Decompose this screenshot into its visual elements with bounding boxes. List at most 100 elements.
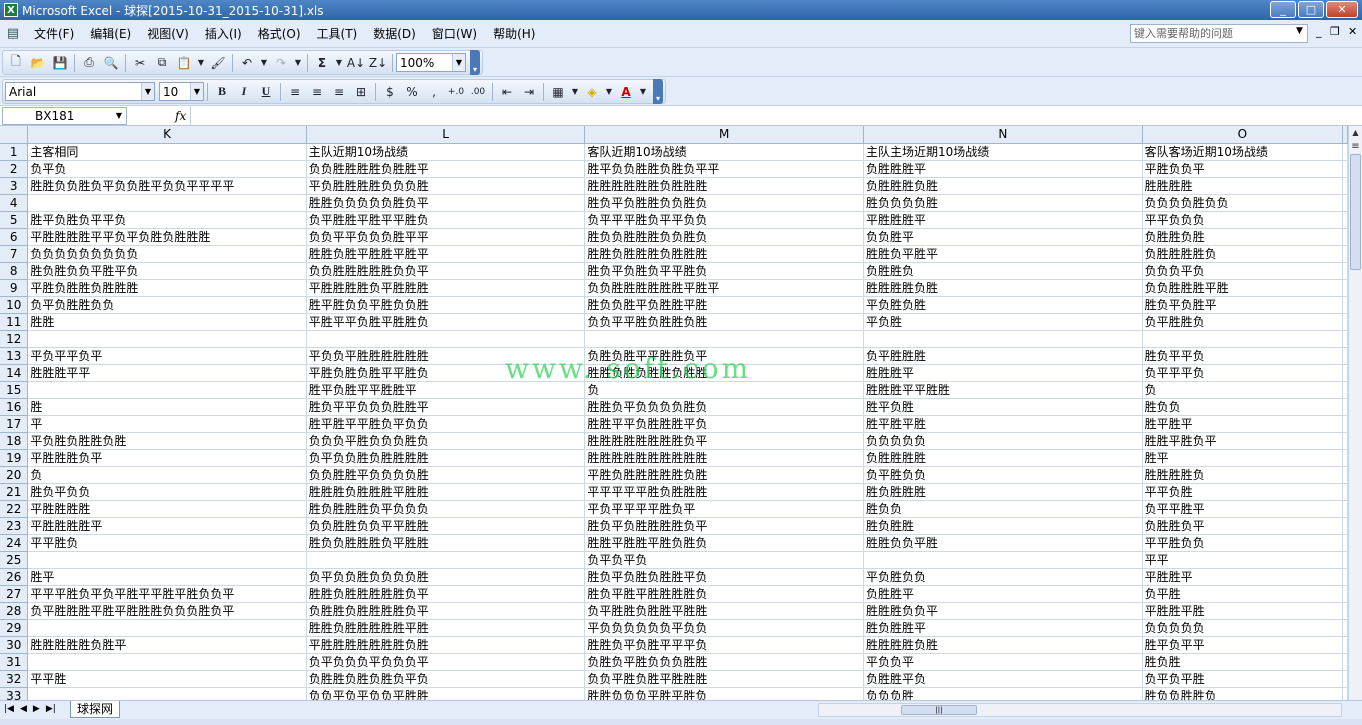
cell[interactable]: 胜胜负平负胜平平平负 [584,636,865,654]
cell[interactable] [1342,449,1348,467]
cell[interactable] [1342,262,1348,280]
cell[interactable]: 负负胜胜胜胜胜负负平 [306,262,586,280]
cell[interactable]: 胜平胜平 [1142,415,1344,433]
cell[interactable]: 胜负平负胜负平平胜负 [584,262,865,280]
cell[interactable] [1342,517,1348,535]
align-center-icon[interactable]: ≡ [306,81,328,102]
cell[interactable]: 胜负平负胜胜负负胜负 [584,194,865,212]
cell[interactable]: 胜胜 [27,313,307,331]
sort-descending-icon[interactable]: Z↓ [367,52,389,73]
cell[interactable]: 负负胜胜胜胜胜胜平胜平 [584,279,865,297]
cell[interactable] [1342,432,1348,450]
row-header[interactable]: 24 [0,534,29,552]
chevron-down-icon[interactable]: ▼ [569,81,581,102]
cell[interactable]: 胜负胜胜平 [863,619,1143,637]
cell[interactable]: 负胜负平胜负负负胜胜 [584,653,865,671]
row-header[interactable]: 27 [0,585,29,603]
cell[interactable] [863,551,1143,569]
cell[interactable]: 负负平胜负胜平胜胜胜 [584,670,865,688]
cell[interactable]: 平负胜 [863,313,1143,331]
cell[interactable] [27,194,307,212]
chevron-down-icon[interactable]: ▼ [637,81,649,102]
column-header[interactable]: L [306,126,586,144]
increase-decimal-icon[interactable]: +.0 [445,81,467,102]
cell[interactable]: 平负负负负负负平负负 [584,619,865,637]
format-painter-icon[interactable]: 🖌 [207,52,229,73]
cell[interactable]: 胜胜胜负负平 [863,602,1143,620]
maximize-button[interactable]: □ [1298,1,1324,18]
zoom-select[interactable]: 100% ▼ [396,53,466,72]
row-header[interactable]: 16 [0,398,29,416]
cut-icon[interactable]: ✂ [129,52,151,73]
split-handle-icon[interactable]: ≡ [1349,140,1362,154]
cell[interactable] [306,330,586,348]
close-button[interactable]: ✕ [1326,1,1358,18]
menu-tools[interactable]: 工具(T) [309,24,366,44]
cell[interactable]: 胜负胜 [1142,653,1344,671]
cell[interactable] [1342,398,1348,416]
cell[interactable]: 胜平负胜 [863,398,1143,416]
bold-button[interactable]: B [211,81,233,102]
row-header[interactable]: 26 [0,568,29,586]
cell[interactable] [27,381,307,399]
cell[interactable]: 胜胜胜胜 [1142,177,1344,195]
cell[interactable]: 胜胜平胜负平 [1142,432,1344,450]
cell[interactable]: 平胜胜平 [1142,568,1344,586]
toolbar-options-icon[interactable]: ▾ [470,50,480,75]
cell[interactable]: 平胜胜胜胜平 [27,517,307,535]
decrease-decimal-icon[interactable]: .00 [467,81,489,102]
fill-color-icon[interactable]: ◈ [581,81,603,102]
row-header[interactable]: 6 [0,228,29,246]
cell[interactable]: 负平负胜胜负负 [27,296,307,314]
menu-insert[interactable]: 插入(I) [197,24,250,44]
first-sheet-icon[interactable]: |◀ [4,704,14,714]
row-header[interactable]: 4 [0,194,29,212]
cell[interactable]: 负负负平胜负负负胜负 [306,432,586,450]
formula-input[interactable] [190,106,1362,125]
cell[interactable]: 胜胜负胜胜胜负胜胜胜 [584,245,865,263]
cell[interactable] [306,551,586,569]
cell[interactable] [1342,330,1348,348]
cell[interactable] [1342,160,1348,178]
cell[interactable]: 负平胜胜胜平胜平胜胜胜负负负胜负平 [27,602,307,620]
cell[interactable]: 平平胜 [27,670,307,688]
cell[interactable]: 平平平平平胜负胜胜胜 [584,483,865,501]
print-icon[interactable]: ⎙ [78,52,100,73]
cell[interactable]: 主队近期10场战绩 [306,143,586,161]
chevron-down-icon[interactable]: ▼ [258,52,270,73]
cell[interactable]: 胜胜负胜平胜胜平胜平 [306,245,586,263]
cell[interactable]: 胜胜胜胜胜胜胜胜胜胜 [584,449,865,467]
cell[interactable]: 平胜胜胜胜负平胜胜胜 [306,279,586,297]
cell[interactable]: 负负胜胜负负平平胜胜 [306,517,586,535]
cell[interactable]: 平负胜负胜 [863,296,1143,314]
cell[interactable]: 胜胜胜胜胜负胜平 [27,636,307,654]
cell[interactable]: 胜平负胜负平平负 [27,211,307,229]
cell[interactable] [1342,415,1348,433]
cell[interactable]: 负负平负平负负平胜胜 [306,687,586,700]
open-icon[interactable]: 📂 [27,52,49,73]
cell[interactable]: 平负胜胜胜胜负负负胜 [306,177,586,195]
cell[interactable]: 负 [1142,381,1344,399]
cell[interactable] [1342,585,1348,603]
cell[interactable]: 负平胜胜胜 [863,347,1143,365]
font-select[interactable]: Arial ▼ [5,82,155,101]
decrease-indent-icon[interactable]: ⇤ [496,81,518,102]
row-header[interactable]: 22 [0,500,29,518]
underline-button[interactable]: U [255,81,277,102]
row-header[interactable]: 15 [0,381,29,399]
doc-close-icon[interactable]: ✕ [1348,25,1357,38]
italic-button[interactable]: I [233,81,255,102]
cell[interactable]: 负负胜平 [863,228,1143,246]
cell[interactable]: 胜胜平平负胜胜胜平负 [584,415,865,433]
cell[interactable]: 胜负平胜平胜胜胜胜负 [584,585,865,603]
cell[interactable] [1342,313,1348,331]
column-header[interactable]: M [584,126,865,144]
cell[interactable] [1342,568,1348,586]
row-header[interactable]: 23 [0,517,29,535]
cell[interactable] [27,687,307,700]
cell[interactable]: 胜负平负胜平 [1142,296,1344,314]
cell[interactable]: 负平负负胜负负负负胜 [306,568,586,586]
chevron-up-icon[interactable]: ▲ [1349,126,1362,140]
cell[interactable] [1342,619,1348,637]
cell[interactable]: 胜负负 [863,500,1143,518]
